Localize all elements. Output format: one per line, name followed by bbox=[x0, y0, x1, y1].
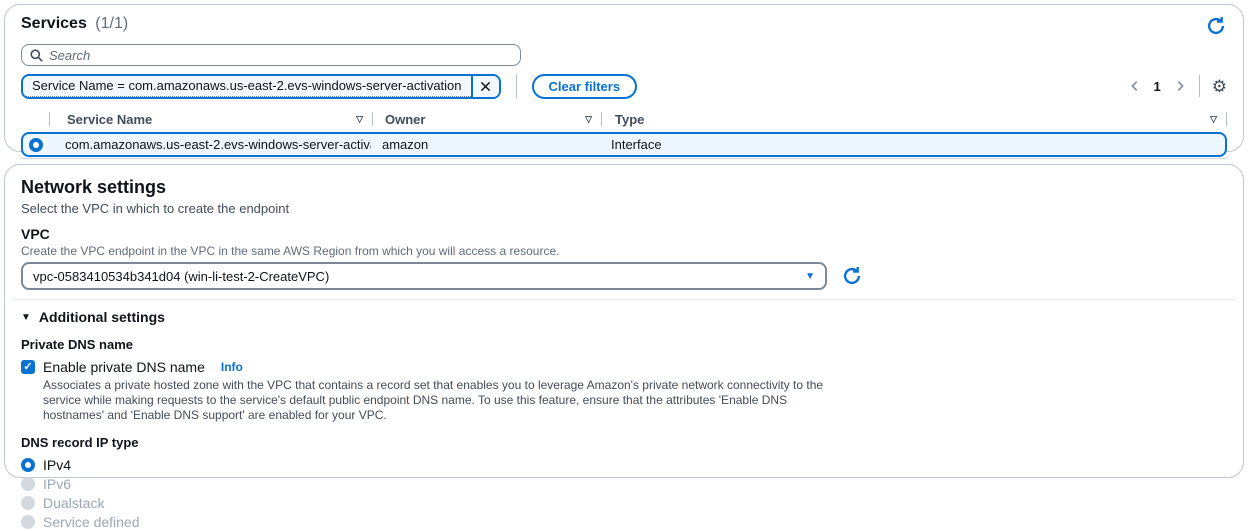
services-refresh-button[interactable] bbox=[1205, 15, 1227, 37]
column-divider bbox=[1226, 112, 1227, 126]
clear-filters-button[interactable]: Clear filters bbox=[532, 74, 638, 99]
vpc-refresh-button[interactable] bbox=[841, 265, 863, 287]
private-dns-description: Associates a private hosted zone with th… bbox=[43, 378, 833, 423]
vpc-select[interactable]: vpc-0583410534b341d04 (win-li-test-2-Cre… bbox=[21, 262, 827, 290]
filter-row: Service Name = com.amazonaws.us-east-2.e… bbox=[21, 73, 1227, 99]
radio-option-dualstack: Dualstack bbox=[21, 494, 1227, 512]
dns-record-ip-type-group: IPv4 IPv6 Dualstack Service defined bbox=[21, 456, 1227, 531]
filter-funnel-icon[interactable]: ▽ bbox=[585, 114, 601, 125]
radio-disabled-icon bbox=[21, 496, 35, 510]
cell-owner: amazon bbox=[371, 137, 599, 152]
radio-selected-icon[interactable] bbox=[21, 458, 35, 472]
filter-token[interactable]: Service Name = com.amazonaws.us-east-2.e… bbox=[21, 74, 501, 99]
radio-selected-icon[interactable] bbox=[29, 138, 43, 152]
search-box[interactable] bbox=[21, 44, 521, 66]
radio-option-ipv6: IPv6 bbox=[21, 475, 1227, 493]
dns-record-ip-type-label: DNS record IP type bbox=[21, 435, 1227, 450]
filter-funnel-icon[interactable]: ▽ bbox=[1210, 114, 1226, 125]
table-header: Service Name ▽ Owner ▽ Type ▽ bbox=[21, 108, 1227, 130]
refresh-icon bbox=[1205, 15, 1227, 37]
vpc-select-value: vpc-0583410534b341d04 (win-li-test-2-Cre… bbox=[33, 269, 329, 284]
services-panel-header: Services (1/1) bbox=[21, 15, 1227, 37]
caret-down-filled-icon: ▼ bbox=[21, 312, 31, 323]
services-title-group: Services (1/1) bbox=[21, 15, 128, 33]
pagination-divider bbox=[1199, 75, 1200, 97]
vpc-label: VPC bbox=[21, 226, 1227, 242]
chevron-right-icon bbox=[1173, 79, 1187, 93]
row-select-cell[interactable] bbox=[23, 138, 49, 152]
column-label: Owner bbox=[385, 112, 425, 127]
radio-option-ipv4[interactable]: IPv4 bbox=[21, 456, 1227, 474]
row-divider bbox=[21, 158, 1227, 159]
previous-page-button[interactable] bbox=[1128, 79, 1142, 93]
enable-private-dns-row: ✓ Enable private DNS name Info bbox=[21, 359, 1227, 375]
services-title: Services bbox=[21, 15, 87, 32]
filter-token-label[interactable]: Service Name = com.amazonaws.us-east-2.e… bbox=[23, 76, 471, 97]
column-header-type[interactable]: Type ▽ bbox=[602, 112, 1226, 127]
services-panel: Services (1/1) Service Name = com.amazon… bbox=[4, 4, 1244, 152]
services-counter: (1/1) bbox=[95, 15, 128, 32]
refresh-icon bbox=[841, 265, 863, 287]
search-input[interactable] bbox=[49, 48, 512, 63]
radio-disabled-icon bbox=[21, 515, 35, 529]
radio-disabled-icon bbox=[21, 477, 35, 491]
filter-divider bbox=[516, 74, 517, 98]
cell-type: Interface bbox=[599, 137, 1225, 152]
network-settings-subtitle: Select the VPC in which to create the en… bbox=[21, 201, 1227, 216]
column-header-service-name[interactable]: Service Name ▽ bbox=[50, 112, 372, 127]
additional-settings-label: Additional settings bbox=[39, 309, 165, 325]
table-preferences-button[interactable]: ⚙ bbox=[1212, 78, 1227, 95]
enable-private-dns-label[interactable]: Enable private DNS name bbox=[43, 359, 205, 375]
chevron-left-icon bbox=[1128, 79, 1142, 93]
cell-service-name: com.amazonaws.us-east-2.evs-windows-serv… bbox=[49, 137, 371, 152]
checkbox-checked-icon[interactable]: ✓ bbox=[21, 360, 35, 374]
radio-label: Service defined bbox=[43, 514, 140, 530]
next-page-button[interactable] bbox=[1173, 79, 1187, 93]
vpc-select-row: vpc-0583410534b341d04 (win-li-test-2-Cre… bbox=[21, 262, 1227, 290]
search-icon bbox=[30, 49, 43, 62]
filter-token-dismiss-button[interactable] bbox=[471, 76, 499, 97]
column-header-owner[interactable]: Owner ▽ bbox=[373, 112, 601, 127]
column-label: Service Name bbox=[67, 112, 152, 127]
column-label: Type bbox=[615, 112, 644, 127]
network-settings-panel: Network settings Select the VPC in which… bbox=[4, 164, 1244, 478]
pagination: 1 ⚙ bbox=[1128, 75, 1227, 97]
radio-option-service-defined: Service defined bbox=[21, 513, 1227, 531]
info-link[interactable]: Info bbox=[221, 360, 243, 374]
additional-settings-expander[interactable]: ▼ Additional settings bbox=[21, 309, 1227, 325]
radio-label: IPv4 bbox=[43, 457, 71, 473]
radio-label: IPv6 bbox=[43, 476, 71, 492]
gear-icon: ⚙ bbox=[1212, 77, 1227, 96]
close-icon bbox=[480, 81, 491, 92]
private-dns-name-label: Private DNS name bbox=[21, 337, 1227, 352]
section-divider bbox=[13, 299, 1235, 300]
vpc-description: Create the VPC endpoint in the VPC in th… bbox=[21, 244, 1227, 258]
chevron-down-icon: ▼ bbox=[805, 271, 815, 282]
table-row[interactable]: com.amazonaws.us-east-2.evs-windows-serv… bbox=[21, 132, 1227, 157]
current-page-number[interactable]: 1 bbox=[1148, 79, 1167, 94]
filter-funnel-icon[interactable]: ▽ bbox=[356, 114, 372, 125]
network-settings-title: Network settings bbox=[21, 177, 1227, 198]
radio-label: Dualstack bbox=[43, 495, 104, 511]
